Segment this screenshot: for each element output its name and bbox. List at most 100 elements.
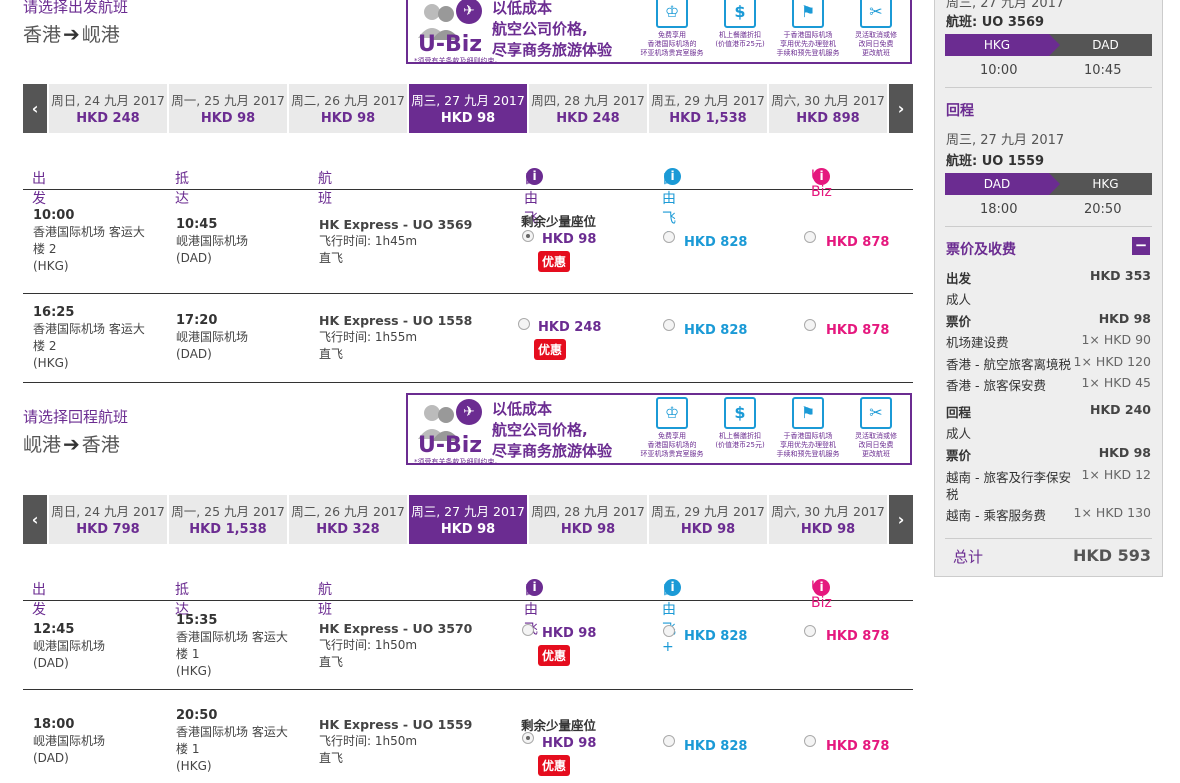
ubiz-banner[interactable]: ✈ U-Biz *须受有关条款及细则约束。 以低成本 航空公司价格, 尽享商务旅游体验 ♔ 免… <box>406 393 912 465</box>
flight-type: 直飞 <box>319 347 344 361</box>
date-tab[interactable]: 周五, 29 九月 2017 HKD 1,538 <box>649 84 767 133</box>
return-segment: DAD HKG <box>945 173 1152 195</box>
date-tab[interactable]: 周六, 30 九月 2017 HKD 898 <box>769 84 887 133</box>
chevron-right-icon[interactable]: › <box>889 84 913 133</box>
arrow-right-icon: ➔ <box>63 21 80 46</box>
date-tab[interactable]: 周一, 25 九月 2017 HKD 1,538 <box>169 495 287 544</box>
fee-value: 1× HKD 90 <box>1081 332 1151 347</box>
fare-plus-radio[interactable] <box>663 319 675 331</box>
collapse-minus-icon[interactable]: − <box>1132 237 1150 255</box>
fare-plus-radio[interactable] <box>663 735 675 747</box>
flight-row[interactable]: 12:45 岘港国际机场 (DAD) 15:35 香港国际机场 客运大楼 1 (HKG) H… <box>23 602 913 690</box>
date-price: HKD 98 <box>200 111 256 126</box>
outbound-dep-time: 10:00 <box>980 63 1018 78</box>
date-price: HKD 248 <box>556 111 620 126</box>
date-price: HKD 1,538 <box>669 111 747 126</box>
info-icon[interactable]: i <box>664 168 681 185</box>
arrival-info: 17:20 岘港国际机场 (DAD) <box>176 312 248 363</box>
booking-summary-sidebar: 周三, 27 九月 2017 航班: UO 3569 HKG DAD 10:00… <box>934 0 1163 577</box>
date-tab[interactable]: 周三, 27 九月 2017 HKD 98 <box>409 495 527 544</box>
arrival-info: 20:50 香港国际机场 客运大楼 1 (HKG) <box>176 707 288 775</box>
fare-basic-radio[interactable] <box>522 624 534 636</box>
date-tab[interactable]: 周日, 24 九月 2017 HKD 248 <box>49 84 167 133</box>
feature-text: 免费享用 <box>658 31 686 39</box>
fee-label: 香港 - 旅客保安费 <box>946 378 1046 393</box>
departure-info: 18:00 岘港国际机场 (DAD) <box>33 716 105 767</box>
info-icon[interactable]: i <box>526 579 543 596</box>
info-icon[interactable]: i <box>526 168 543 185</box>
date-price: HKD 248 <box>76 111 140 126</box>
fare-basic-radio[interactable] <box>522 230 534 242</box>
date-tab[interactable]: 周二, 26 九月 2017 HKD 98 <box>289 84 407 133</box>
banner-feature: ⚑ 于香港国际机场 享用优先办理登机 手续和预先登机服务 <box>776 397 840 459</box>
inbound-date-bar: ‹ 周日, 24 九月 2017 HKD 798 周一, 25 九月 2017 HKD … <box>23 495 913 544</box>
flight-row[interactable]: 18:00 岘港国际机场 (DAD) 20:50 香港国际机场 客运大楼 1 (HKG) H… <box>23 690 913 783</box>
vip-icon: ♔ <box>656 397 688 429</box>
checkin-icon: ⚑ <box>792 397 824 429</box>
fare-plus-price: HKD 828 <box>684 739 748 754</box>
fee-label: 机场建设费 <box>946 335 1009 350</box>
fare-plus-radio[interactable] <box>663 625 675 637</box>
fees-title: 票价及收费 <box>946 242 1016 258</box>
flight-number: HK Express - UO 1558 <box>319 313 473 328</box>
fare-plus-radio[interactable] <box>663 231 675 243</box>
info-icon[interactable]: i <box>664 579 681 596</box>
arrival-time: 15:35 <box>176 613 218 628</box>
date-tab[interactable]: 周四, 28 九月 2017 HKD 98 <box>529 495 647 544</box>
chevron-left-icon[interactable]: ‹ <box>23 495 47 544</box>
flight-number: HK Express - UO 1559 <box>319 717 473 732</box>
outbound-date: 周三, 27 九月 2017 <box>946 0 1065 11</box>
date-tab[interactable]: 周五, 29 九月 2017 HKD 98 <box>649 495 767 544</box>
airplane-icon: ✈ <box>456 399 482 425</box>
date-tab[interactable]: 周日, 24 九月 2017 HKD 798 <box>49 495 167 544</box>
arrival-time: 10:45 <box>176 217 218 232</box>
date-tab[interactable]: 周六, 30 九月 2017 HKD 98 <box>769 495 887 544</box>
departure-time: 10:00 <box>33 208 75 223</box>
date-label: 周六, 30 九月 2017 <box>771 504 885 519</box>
chevron-right-icon[interactable]: › <box>889 495 913 544</box>
departure-code: (HKG) <box>33 259 69 273</box>
feature-text: (价值港币25元) <box>715 40 765 48</box>
flight-row[interactable]: 10:00 香港国际机场 客运大楼 2 (HKG) 10:45 岘港国际机场 (DAD) H… <box>23 191 913 294</box>
flight-info: HK Express - UO 1558 飞行时间: 1h55m 直飞 <box>319 312 472 363</box>
fare-ubiz-radio[interactable] <box>804 231 816 243</box>
ubiz-banner[interactable]: ✈ U-Biz *须受有关条款及细则约束。 以低成本 航空公司价格, 尽享商务旅游体验 ♔ 免… <box>406 0 912 64</box>
departure-code: (DAD) <box>33 751 69 765</box>
few-seats-notice: 剩余少量座位 <box>521 718 597 733</box>
fare-ubiz-radio[interactable] <box>804 735 816 747</box>
arrival-time: 20:50 <box>176 708 218 723</box>
date-tab[interactable]: 周四, 28 九月 2017 HKD 248 <box>529 84 647 133</box>
date-tab[interactable]: 周一, 25 九月 2017 HKD 98 <box>169 84 287 133</box>
date-tab[interactable]: 周三, 27 九月 2017 HKD 98 <box>409 84 527 133</box>
destination-city: 岘港 <box>81 24 120 46</box>
promo-badge: 优惠 <box>534 339 567 360</box>
departure-airport: 岘港国际机场 <box>33 639 106 653</box>
date-price: HKD 98 <box>440 522 496 537</box>
ubiz-logo: U-Biz <box>418 433 483 458</box>
arrival-code: (HKG) <box>176 759 212 773</box>
fare-basic-radio[interactable] <box>522 732 534 744</box>
info-icon[interactable]: i <box>813 168 830 185</box>
feature-text: 于香港国际机场 <box>783 432 833 440</box>
return-date: 周三, 27 九月 2017 <box>946 133 1065 148</box>
fee-label: 回程 <box>946 405 972 420</box>
slogan-line: 尽享商务旅游体验 <box>492 41 613 59</box>
chevron-left-icon[interactable]: ‹ <box>23 84 47 133</box>
flight-row[interactable]: 16:25 香港国际机场 客运大楼 2 (HKG) 17:20 岘港国际机场 (DAD) H… <box>23 294 913 383</box>
date-label: 周三, 27 九月 2017 <box>411 504 525 519</box>
fare-plus-price: HKD 828 <box>684 235 748 250</box>
outbound-segment: HKG DAD <box>945 34 1152 56</box>
fare-plus-price: HKD 828 <box>684 323 748 338</box>
fee-label: 越南 - 旅客及行李保安 <box>946 470 1071 485</box>
promo-badge: 优惠 <box>538 755 571 776</box>
feature-text: 环亚机场贵宾室服务 <box>640 49 704 57</box>
departure-airport-line2: 楼 2 <box>33 242 57 256</box>
fare-ubiz-radio[interactable] <box>804 319 816 331</box>
fare-ubiz-radio[interactable] <box>804 625 816 637</box>
date-label: 周四, 28 九月 2017 <box>531 504 645 519</box>
fare-basic-radio[interactable] <box>518 318 530 330</box>
info-icon[interactable]: i <box>813 579 830 596</box>
arrival-airport-line2: 楼 1 <box>176 647 200 661</box>
date-label: 周日, 24 九月 2017 <box>51 504 165 519</box>
date-tab[interactable]: 周二, 26 九月 2017 HKD 328 <box>289 495 407 544</box>
